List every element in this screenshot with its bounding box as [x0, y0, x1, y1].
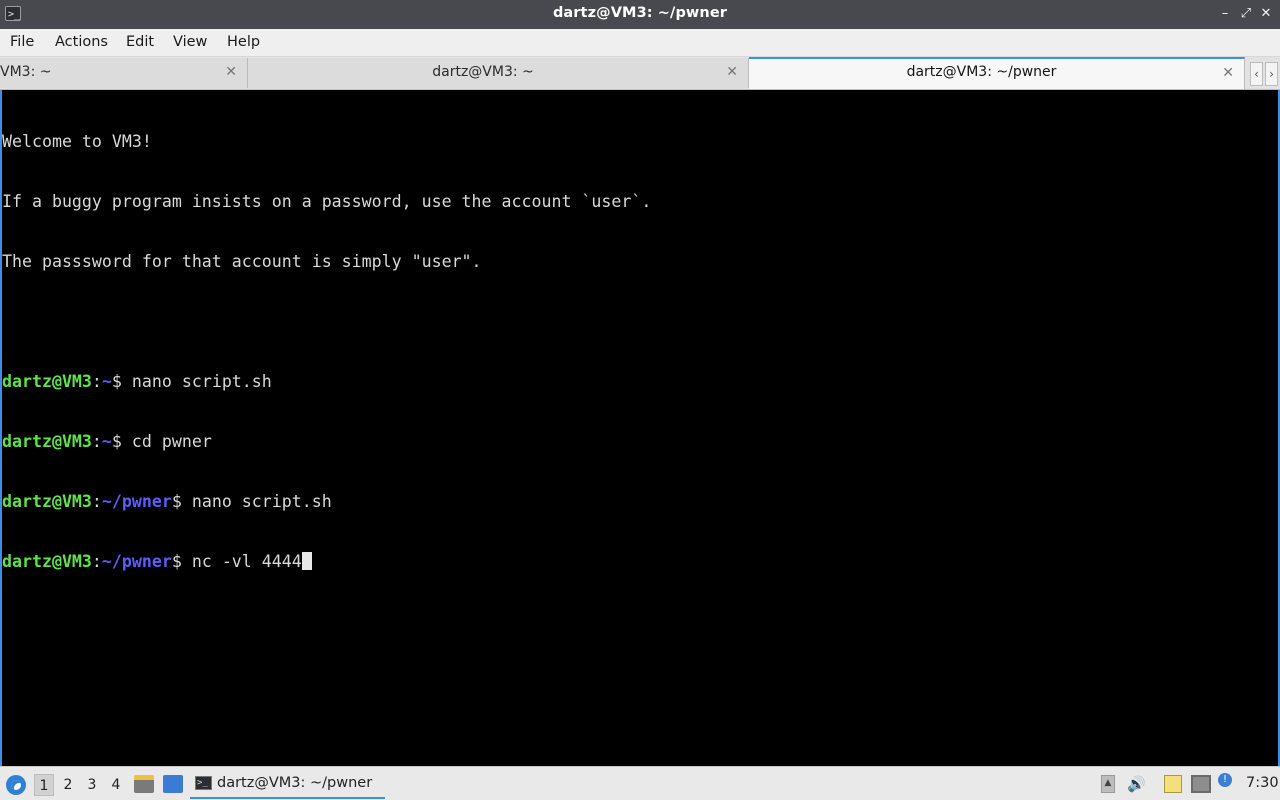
prompt-path: ~/pwner	[101, 492, 172, 511]
prompt-sep: :	[91, 372, 102, 391]
tab-vm3-home[interactable]: VM3: ~ ✕	[0, 58, 248, 88]
update-notification-icon[interactable]: !	[1218, 773, 1232, 787]
motd-line: If a buggy program insists on a password…	[2, 192, 652, 211]
prompt-path: ~/pwner	[101, 552, 172, 571]
motd-line: The passsword for that account is simply…	[2, 252, 482, 271]
terminal-output: Welcome to VM3! If a buggy program insis…	[2, 92, 651, 612]
workspace-4[interactable]: 4	[106, 774, 126, 796]
tab-label: VM3: ~	[0, 64, 52, 80]
tab-scroll-left-icon[interactable]: ‹	[1250, 62, 1263, 86]
prompt-sep: :	[91, 432, 102, 451]
file-manager-icon[interactable]	[134, 775, 154, 793]
taskbar-window-button[interactable]: >_ dartz@VM3: ~/pwner	[190, 770, 385, 799]
window-titlebar: >_ dartz@VM3: ~/pwner – ⤢ ✕	[0, 0, 1280, 29]
menu-actions[interactable]: Actions	[55, 34, 108, 50]
command-text: nano script.sh	[131, 372, 272, 391]
prompt-path: ~	[101, 432, 112, 451]
start-menu-icon[interactable]	[6, 775, 26, 795]
menu-help[interactable]: Help	[227, 34, 260, 50]
window-title: dartz@VM3: ~/pwner	[552, 5, 728, 21]
prompt-user: dartz@VM3	[2, 372, 92, 391]
terminal-icon: >_	[195, 776, 212, 790]
menu-view[interactable]: View	[173, 34, 207, 50]
taskbar-window-label: dartz@VM3: ~/pwner	[217, 775, 373, 791]
prompt-dollar: $	[111, 372, 132, 391]
volume-icon[interactable]: 🔊	[1127, 775, 1147, 793]
prompt-dollar: $	[111, 432, 132, 451]
prompt-user: dartz@VM3	[2, 552, 92, 571]
clipboard-icon[interactable]	[1164, 775, 1182, 793]
tab-bar: VM3: ~ ✕ dartz@VM3: ~ ✕ dartz@VM3: ~/pwn…	[0, 57, 1280, 90]
tab-dartz-pwner[interactable]: dartz@VM3: ~/pwner ✕	[749, 57, 1245, 89]
workspace-3[interactable]: 3	[82, 774, 102, 796]
show-desktop-icon[interactable]	[163, 775, 183, 793]
prompt-dollar: $	[171, 552, 192, 571]
taskbar: 1 2 3 4 >_ dartz@VM3: ~/pwner ▲ 🔊 ! 7:30	[0, 766, 1280, 800]
prompt-sep: :	[91, 552, 102, 571]
tab-label: dartz@VM3: ~	[432, 64, 534, 80]
menu-file[interactable]: File	[10, 34, 34, 50]
prompt-dollar: $	[171, 492, 192, 511]
text-cursor	[301, 552, 312, 570]
command-line: dartz@VM3:~$ cd pwner	[2, 432, 651, 452]
motd-line: Welcome to VM3!	[2, 132, 152, 151]
workspace-2[interactable]: 2	[58, 774, 78, 796]
command-text: cd pwner	[131, 432, 212, 451]
prompt-user: dartz@VM3	[2, 432, 92, 451]
prompt-user: dartz@VM3	[2, 492, 92, 511]
tab-dartz-home[interactable]: dartz@VM3: ~ ✕	[248, 58, 749, 88]
clock[interactable]: 7:30	[1246, 775, 1279, 791]
prompt-path: ~	[101, 372, 112, 391]
tab-close-icon[interactable]: ✕	[1222, 65, 1234, 81]
tab-close-icon[interactable]: ✕	[726, 64, 738, 80]
menu-edit[interactable]: Edit	[126, 34, 154, 50]
close-icon[interactable]: ✕	[1257, 5, 1275, 23]
tab-close-icon[interactable]: ✕	[225, 64, 237, 80]
minimize-icon[interactable]: –	[1216, 5, 1234, 23]
menu-bar: File Actions Edit View Help	[0, 29, 1280, 57]
command-line: dartz@VM3:~/pwner$ nano script.sh	[2, 492, 651, 512]
maximize-icon[interactable]: ⤢	[1237, 5, 1255, 23]
network-icon[interactable]	[1191, 775, 1211, 793]
workspace-1[interactable]: 1	[34, 774, 54, 796]
prompt-sep: :	[91, 492, 102, 511]
command-text: nano script.sh	[191, 492, 332, 511]
terminal-view[interactable]: Welcome to VM3! If a buggy program insis…	[0, 90, 1280, 766]
tray-arrow-icon[interactable]: ▲	[1101, 775, 1115, 793]
command-text: nc -vl 4444	[191, 552, 302, 571]
tab-scroll-right-icon[interactable]: ›	[1265, 62, 1278, 86]
command-line: dartz@VM3:~/pwner$ nc -vl 4444	[2, 552, 651, 572]
tab-label: dartz@VM3: ~/pwner	[906, 64, 1057, 80]
command-line: dartz@VM3:~$ nano script.sh	[2, 372, 651, 392]
